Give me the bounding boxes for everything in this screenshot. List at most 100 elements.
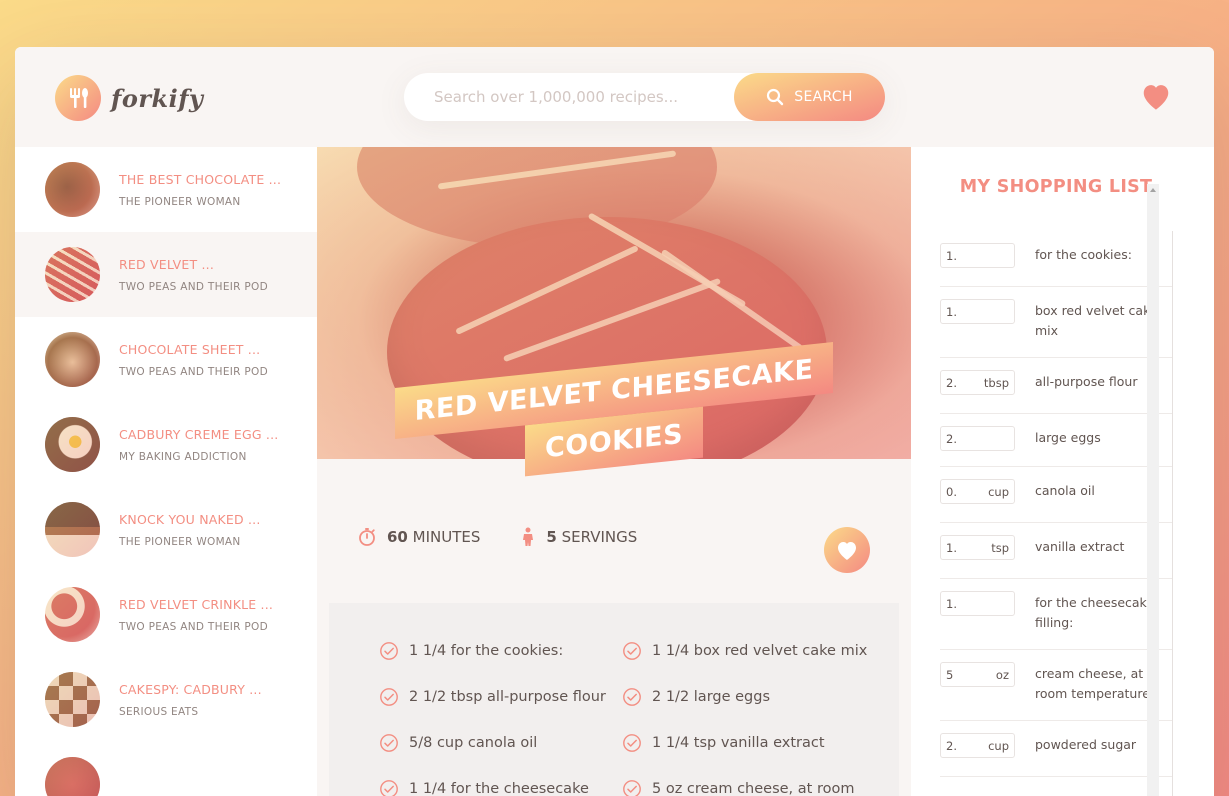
shopping-item-count-input[interactable]	[946, 431, 971, 446]
shopping-item-description: for the cheesecake filling:	[1035, 595, 1155, 630]
result-title: CHOCOLATE SHEET ...	[119, 341, 261, 357]
ingredient-list: 1 1/4 for the cookies: 1 1/4 box red velv…	[379, 641, 899, 796]
result-title: CAKESPY: CADBURY ...	[119, 681, 262, 697]
shopping-item-count-input[interactable]	[946, 304, 971, 319]
result-title: THE BEST CHOCOLATE ...	[119, 171, 282, 187]
ingredient-text: 5/8 cup canola oil	[409, 735, 538, 751]
check-icon	[623, 734, 641, 752]
shopping-item-unit: oz	[995, 667, 1009, 682]
shopping-item-count-input[interactable]	[946, 596, 971, 611]
shopping-list-scrollbar[interactable]	[1147, 184, 1159, 796]
check-icon	[623, 688, 641, 706]
shopping-item: box red velvet cake mix	[940, 287, 1172, 358]
result-publisher: TWO PEAS AND THEIR POD	[119, 280, 268, 293]
fork-knife-icon	[55, 75, 101, 121]
shopping-item-description: large eggs	[1035, 430, 1101, 445]
person-icon	[523, 527, 534, 546]
result-publisher: MY BAKING ADDICTION	[119, 450, 247, 463]
result-thumbnail	[45, 417, 100, 472]
ingredient-item: 5 oz cream cheese, at room	[622, 779, 882, 796]
bookmark-recipe-button[interactable]	[824, 527, 870, 573]
search-input[interactable]	[404, 88, 734, 106]
result-thumbnail	[45, 162, 100, 217]
result-thumbnail	[45, 587, 100, 642]
recipe-servings-count: 5	[546, 528, 557, 546]
check-icon	[380, 734, 398, 752]
search-results: THE BEST CHOCOLATE ... THE PIONEER WOMAN …	[15, 147, 317, 796]
ingredient-item: 2 1/2 tbsp all-purpose flour	[379, 687, 622, 707]
shopping-item-count-input[interactable]	[946, 667, 971, 682]
shopping-item-count	[940, 591, 1015, 616]
shopping-item-description: canola oil	[1035, 483, 1095, 498]
search-icon	[767, 88, 784, 106]
check-icon	[623, 642, 641, 660]
result-item[interactable]: CAKESPY: CADBURY ... SERIOUS EATS	[15, 657, 317, 742]
result-publisher: THE PIONEER WOMAN	[119, 535, 241, 548]
shopping-item: cup canola oil	[940, 467, 1172, 523]
shopping-item: for the cookies:	[940, 231, 1172, 287]
ingredient-text: 2 1/2 large eggs	[652, 689, 771, 705]
logo[interactable]: forkify	[55, 75, 204, 121]
result-item[interactable]: CADBURY CREME EGG ... MY BAKING ADDICTION	[15, 402, 317, 487]
shopping-item-count-input[interactable]	[946, 375, 971, 390]
shopping-item-count: oz	[940, 662, 1015, 687]
scroll-up-arrow-icon[interactable]	[1150, 188, 1156, 192]
shopping-item-unit: tsp	[991, 540, 1009, 555]
ingredient-text: 1 1/4 for the cookies:	[409, 643, 564, 659]
shopping-item-count-input[interactable]	[946, 540, 971, 555]
shopping-item-count: cup	[940, 479, 1015, 504]
search-form: SEARCH	[404, 73, 885, 121]
result-thumbnail	[45, 332, 100, 387]
ingredient-text: 1 1/4 tsp vanilla extract	[652, 735, 825, 751]
header: forkify SEARCH	[15, 47, 1214, 147]
result-title: CADBURY CREME EGG ...	[119, 426, 279, 442]
shopping-item-count	[940, 299, 1015, 324]
result-publisher: TWO PEAS AND THEIR POD	[119, 365, 268, 378]
recipe-servings-label: SERVINGS	[561, 528, 638, 546]
shopping-item-description: all-purpose flour	[1035, 374, 1138, 389]
result-thumbnail	[45, 247, 100, 302]
stopwatch-icon	[359, 528, 375, 546]
check-icon	[623, 780, 641, 796]
result-item[interactable]: RED VELVET CRINKLE ... TWO PEAS AND THEIR…	[15, 572, 317, 657]
recipe-details: 60 MINUTES 5 SERVINGS	[357, 527, 677, 547]
result-publisher: THE PIONEER WOMAN	[119, 195, 241, 208]
result-item[interactable]: THE BEST CHOCOLATE ... THE PIONEER WOMAN	[15, 147, 317, 232]
recipe-minutes-label: MINUTES	[412, 528, 481, 546]
ingredient-item: 2 1/2 large eggs	[622, 687, 882, 707]
search-button[interactable]: SEARCH	[734, 73, 885, 121]
ingredient-text: 5 oz cream cheese, at room	[652, 781, 855, 796]
shopping-item-unit: cup	[988, 738, 1009, 753]
shopping-item: tsp vanilla extract	[940, 523, 1172, 579]
ingredient-item: 1 1/4 for the cheesecake	[379, 779, 622, 796]
app-name: forkify	[111, 83, 204, 113]
ingredient-item: 5/8 cup canola oil	[379, 733, 622, 753]
shopping-item-count-input[interactable]	[946, 248, 971, 263]
check-icon	[380, 688, 398, 706]
shopping-item-count-input[interactable]	[946, 484, 971, 499]
shopping-item-count	[940, 243, 1015, 268]
shopping-item-count-input[interactable]	[946, 738, 971, 753]
check-icon	[380, 780, 398, 796]
search-button-label: SEARCH	[794, 89, 853, 105]
recipe-view: RED VELVET CHEESECAKE COOKIES 60 MINUTES…	[317, 147, 911, 796]
shopping-item-count: tbsp	[940, 370, 1015, 395]
recipe-time: 60 MINUTES	[357, 527, 480, 547]
ingredient-item: 1 1/4 for the cookies:	[379, 641, 622, 661]
check-icon	[380, 642, 398, 660]
recipe-servings: 5 SERVINGS	[520, 527, 637, 547]
recipe-minutes: 60	[387, 528, 408, 546]
shopping-item: cup powdered sugar	[940, 721, 1172, 777]
ingredient-text: 2 1/2 tbsp all-purpose flour	[409, 689, 606, 705]
shopping-item-description: for the cookies:	[1035, 247, 1132, 262]
bookmarks-heart-icon[interactable]	[1139, 81, 1173, 115]
shopping-item-description: cream cheese, at room temperature	[1035, 666, 1150, 701]
result-item[interactable]: RED VELVET ... TWO PEAS AND THEIR POD	[15, 232, 317, 317]
shopping-list: for the cookies: box red velvet cake mix t…	[940, 231, 1173, 796]
ingredient-text: 1 1/4 box red velvet cake mix	[652, 643, 868, 659]
result-title: RED VELVET ...	[119, 256, 214, 272]
result-item[interactable]: CHOCOLATE SHEET ... TWO PEAS AND THEIR PO…	[15, 317, 317, 402]
result-item[interactable]	[15, 742, 317, 796]
shopping-item: large eggs	[940, 414, 1172, 467]
result-item[interactable]: KNOCK YOU NAKED ... THE PIONEER WOMAN	[15, 487, 317, 572]
